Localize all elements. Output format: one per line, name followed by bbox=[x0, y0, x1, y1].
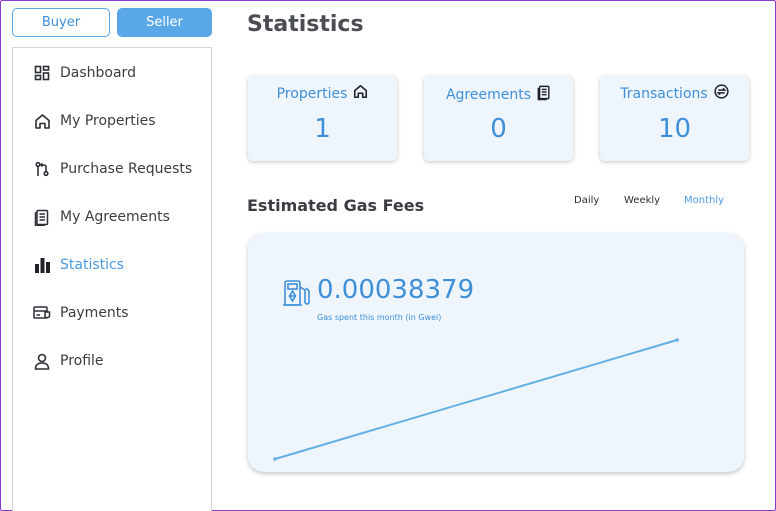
sidebar-item-label: My Properties bbox=[60, 113, 156, 129]
card-value: 0 bbox=[490, 114, 507, 144]
gas-fees-title: Estimated Gas Fees bbox=[247, 196, 425, 215]
sidebar-item-dashboard[interactable]: Dashboard bbox=[13, 58, 211, 88]
sidebar: Dashboard My Properties Purchase Request… bbox=[12, 47, 212, 511]
card-value: 10 bbox=[657, 114, 692, 144]
sidebar-item-statistics[interactable]: Statistics bbox=[13, 250, 211, 280]
bar-chart-icon bbox=[33, 256, 51, 274]
sidebar-item-label: Profile bbox=[60, 353, 104, 369]
sidebar-item-label: Statistics bbox=[60, 257, 124, 273]
buyer-toggle-button[interactable]: Buyer bbox=[12, 8, 110, 37]
properties-card[interactable]: Properties 1 bbox=[248, 76, 397, 161]
git-pull-request-icon bbox=[33, 160, 51, 178]
sidebar-item-label: Purchase Requests bbox=[60, 161, 193, 177]
sidebar-item-purchase-requests[interactable]: Purchase Requests bbox=[13, 154, 211, 184]
sidebar-item-label: My Agreements bbox=[60, 209, 170, 225]
page-title: Statistics bbox=[247, 12, 364, 37]
gas-fees-card: 0.00038379 Gas spent this month (in Gwei… bbox=[248, 233, 744, 472]
sidebar-item-label: Dashboard bbox=[60, 65, 136, 81]
sidebar-item-my-properties[interactable]: My Properties bbox=[13, 106, 211, 136]
card-value: 1 bbox=[314, 114, 331, 144]
home-icon bbox=[353, 84, 368, 103]
sidebar-item-profile[interactable]: Profile bbox=[13, 346, 211, 376]
gas-data-point bbox=[675, 338, 679, 342]
gas-series-line bbox=[274, 339, 678, 460]
home-icon bbox=[33, 112, 51, 130]
period-daily-tab[interactable]: Daily bbox=[574, 195, 599, 206]
transactions-card[interactable]: Transactions 10 bbox=[600, 76, 749, 161]
period-monthly-tab[interactable]: Monthly bbox=[684, 195, 724, 206]
gas-fees-line-chart bbox=[273, 338, 679, 461]
card-label: Agreements bbox=[445, 86, 532, 103]
payment-card-icon bbox=[33, 304, 51, 322]
seller-toggle-button[interactable]: Seller bbox=[117, 8, 212, 37]
agreements-card[interactable]: Agreements 0 bbox=[424, 76, 573, 161]
document-icon bbox=[33, 208, 51, 226]
exchange-icon bbox=[714, 84, 729, 103]
dashboard-icon bbox=[33, 64, 51, 82]
user-icon bbox=[33, 352, 51, 370]
sidebar-item-my-agreements[interactable]: My Agreements bbox=[13, 202, 211, 232]
card-label: Transactions bbox=[620, 85, 708, 102]
sidebar-item-label: Payments bbox=[60, 305, 129, 321]
document-icon bbox=[537, 84, 551, 105]
period-weekly-tab[interactable]: Weekly bbox=[624, 195, 660, 206]
card-label: Properties bbox=[276, 85, 348, 102]
gas-data-point bbox=[273, 457, 277, 461]
sidebar-item-payments[interactable]: Payments bbox=[13, 298, 211, 328]
